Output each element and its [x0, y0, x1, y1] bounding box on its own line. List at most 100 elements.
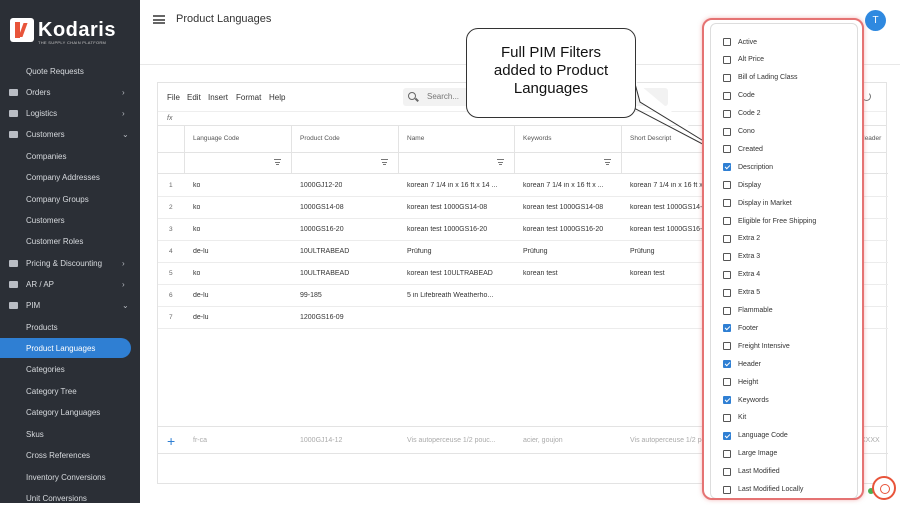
checkbox[interactable]	[723, 413, 731, 422]
chat-help-icon[interactable]	[872, 476, 896, 500]
table-cell-code[interactable]: 1000GS16-20	[300, 226, 344, 233]
table-cell-keywords[interactable]: Prüfung	[523, 248, 548, 255]
checkbox[interactable]	[723, 485, 731, 494]
filter-option-extra-3[interactable]: Extra 3	[723, 249, 760, 265]
filter-option-created[interactable]: Created	[723, 141, 763, 157]
table-cell-lang[interactable]: de-lu	[193, 292, 209, 299]
filter-option-alt-price[interactable]: Alt Price	[723, 52, 764, 68]
table-cell-lang[interactable]: ko	[193, 270, 200, 277]
table-cell-code[interactable]: 10ULTRABEAD	[300, 248, 349, 255]
hamburger-menu-icon[interactable]	[153, 15, 165, 24]
table-cell-name[interactable]: Prüfung	[407, 248, 432, 255]
sidebar-item-categories[interactable]: Categories	[0, 359, 140, 379]
table-cell-lang[interactable]: ko	[193, 226, 200, 233]
menu-insert[interactable]: Insert	[208, 93, 228, 102]
checkbox[interactable]	[723, 342, 731, 351]
new-row-name[interactable]: Vis autoperceuse 1/2 pouc...	[407, 437, 496, 444]
checkbox[interactable]	[723, 288, 731, 297]
table-cell-code[interactable]: 10ULTRABEAD	[300, 270, 349, 277]
table-cell-keywords[interactable]: korean test 1000GS14-08	[523, 204, 603, 211]
checkbox[interactable]	[723, 467, 731, 476]
checkbox[interactable]	[723, 234, 731, 243]
checkbox[interactable]	[723, 396, 731, 404]
filter-option-eligible-for-free-shipping[interactable]: Eligible for Free Shipping	[723, 213, 816, 229]
checkbox[interactable]	[723, 270, 731, 279]
table-cell-name[interactable]: 5 in Lifebreath Weatherho...	[407, 292, 493, 299]
sidebar-item-product-languages[interactable]: Product Languages	[0, 338, 131, 358]
sidebar-item-companies[interactable]: Companies	[0, 146, 140, 166]
new-row-language-code[interactable]: fr-ca	[193, 437, 207, 444]
table-cell-short[interactable]: Prüfung	[630, 248, 655, 255]
checkbox[interactable]	[723, 73, 731, 82]
table-cell-lang[interactable]: de-lu	[193, 314, 209, 321]
menu-help[interactable]: Help	[269, 93, 285, 102]
filter-option-display[interactable]: Display	[723, 177, 761, 193]
table-cell-code[interactable]: 1000GS14-08	[300, 204, 344, 211]
table-cell-name[interactable]: korean test 1000GS14-08	[407, 204, 487, 211]
sidebar-item-inventory-conversions[interactable]: Inventory Conversions	[0, 467, 140, 487]
sidebar-item-pim[interactable]: PIM ⌄	[0, 295, 140, 315]
table-cell-short[interactable]: korean 7 1/4 in x 16 ft x 1	[630, 182, 709, 189]
checkbox[interactable]	[723, 145, 731, 154]
checkbox[interactable]	[723, 431, 731, 440]
menu-edit[interactable]: Edit	[187, 93, 201, 102]
checkbox[interactable]	[723, 306, 731, 315]
table-cell-name[interactable]: korean test 1000GS16-20	[407, 226, 487, 233]
checkbox[interactable]	[723, 252, 731, 261]
table-cell-lang[interactable]: ko	[193, 182, 200, 189]
checkbox[interactable]	[723, 127, 731, 136]
filter-option-keywords[interactable]: Keywords	[723, 392, 769, 408]
column-header-language-code[interactable]: Language Code	[185, 126, 292, 174]
filter-option-display-in-market[interactable]: Display in Market	[723, 195, 792, 211]
table-cell-code[interactable]: 1200GS16-09	[300, 314, 344, 321]
checkbox[interactable]	[723, 217, 731, 225]
filter-option-freight-intensive[interactable]: Freight Intensive	[723, 338, 790, 354]
column-header-name[interactable]: Name	[399, 126, 515, 174]
sidebar-item-customers[interactable]: Customers	[0, 210, 140, 230]
checkbox[interactable]	[723, 109, 731, 118]
sidebar-item-pricing-discounting[interactable]: Pricing & Discounting ›	[0, 253, 140, 273]
filter-option-bill-of-lading-class[interactable]: Bill of Lading Class	[723, 70, 798, 86]
checkbox[interactable]	[723, 55, 731, 64]
filter-option-code[interactable]: Code	[723, 88, 755, 104]
sidebar-item-company-addresses[interactable]: Company Addresses	[0, 167, 140, 187]
filter-option-code-2[interactable]: Code 2	[723, 106, 761, 122]
sidebar-item-skus[interactable]: Skus	[0, 424, 140, 444]
filter-option-flammable[interactable]: Flammable	[723, 303, 773, 319]
sidebar-item-customer-roles[interactable]: Customer Roles	[0, 231, 140, 251]
filter-option-extra-4[interactable]: Extra 4	[723, 267, 760, 283]
checkbox[interactable]	[723, 181, 731, 190]
filter-option-last-modified[interactable]: Last Modified	[723, 464, 780, 480]
filter-option-extra-5[interactable]: Extra 5	[723, 285, 760, 301]
filter-option-language-code[interactable]: Language Code	[723, 428, 788, 444]
filter-option-footer[interactable]: Footer	[723, 320, 758, 336]
table-cell-name[interactable]: korean test 10ULTRABEAD	[407, 270, 493, 277]
menu-format[interactable]: Format	[236, 93, 261, 102]
filter-option-height[interactable]: Height	[723, 374, 758, 390]
table-cell-keywords[interactable]: korean test 1000GS16-20	[523, 226, 603, 233]
sidebar-item-unit-conversions[interactable]: Unit Conversions	[0, 488, 140, 508]
menu-file[interactable]: File	[167, 93, 180, 102]
table-cell-short[interactable]: korean test	[630, 270, 665, 277]
table-cell-name[interactable]: korean 7 1/4 in x 16 ft x 14 ...	[407, 182, 497, 189]
filter-option-header[interactable]: Header	[723, 356, 761, 372]
sidebar-item-products[interactable]: Products	[0, 317, 140, 337]
add-row-plus-icon[interactable]: +	[167, 433, 175, 449]
table-cell-keywords[interactable]: korean test	[523, 270, 558, 277]
filter-option-cono[interactable]: Cono	[723, 124, 755, 140]
filter-icon[interactable]	[497, 159, 504, 165]
column-header-product-code[interactable]: Product Code	[292, 126, 399, 174]
filter-icon[interactable]	[381, 159, 388, 165]
checkbox[interactable]	[723, 91, 731, 100]
user-avatar[interactable]: T	[865, 10, 886, 31]
checkbox[interactable]	[723, 449, 731, 458]
filter-option-kit[interactable]: Kit	[723, 410, 746, 426]
table-cell-code[interactable]: 99-185	[300, 292, 322, 299]
checkbox[interactable]	[723, 163, 731, 172]
filter-option-large-image[interactable]: Large Image	[723, 446, 777, 462]
sidebar-item-category-tree[interactable]: Category Tree	[0, 381, 140, 401]
sidebar-item-logistics[interactable]: Logistics ›	[0, 103, 140, 123]
table-cell-lang[interactable]: de-lu	[193, 248, 209, 255]
checkbox[interactable]	[723, 38, 731, 46]
checkbox[interactable]	[723, 324, 731, 333]
